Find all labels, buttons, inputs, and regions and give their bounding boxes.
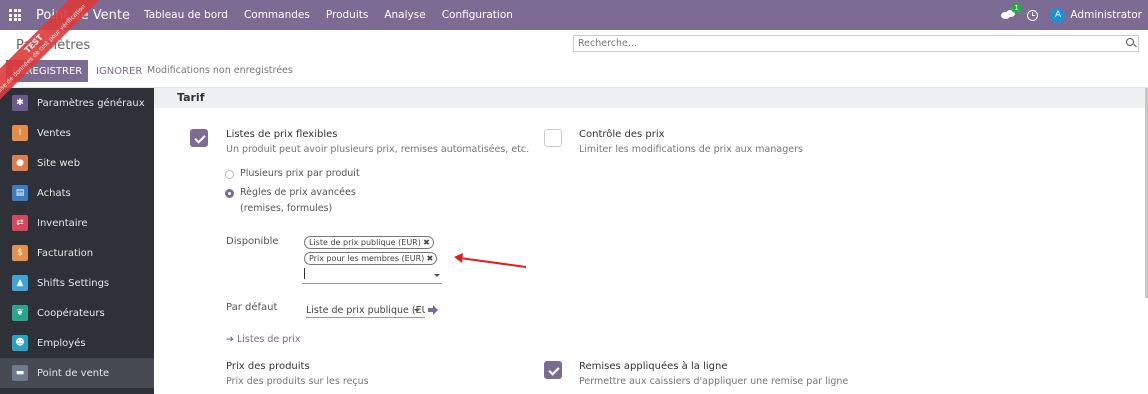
flexible-pricelists-title: Listes de prix flexibles [226,129,338,140]
menu-dashboard[interactable]: Tableau de bord [144,9,228,21]
chevron-down-icon[interactable] [434,274,440,277]
price-control-title: Contrôle des prix [579,129,665,140]
section-title-tarif: Tarif [154,88,1148,108]
line-discounts-checkbox[interactable] [544,361,562,379]
remove-tag-icon[interactable]: ✖ [423,237,430,248]
sidebar-item-general[interactable]: ✱ Paramètres généraux [0,88,154,118]
sidebar-item-shifts[interactable]: ▲ Shifts Settings [0,268,154,298]
menu-orders[interactable]: Commandes [244,9,310,21]
sidebar-item-label: Point de vente [37,367,110,379]
pricelist-tag[interactable]: Liste de prix publique (EUR) ✖ [304,236,434,249]
menu-products[interactable]: Produits [326,9,368,21]
menu-configuration[interactable]: Configuration [442,9,513,21]
invoice-icon: $ [12,245,28,261]
tag-input-cursor[interactable] [304,268,305,279]
arrow-right-icon: ➔ [226,334,237,345]
available-label: Disponible [226,236,279,247]
sidebar-item-label: Employés [37,337,86,349]
pricelist-tag-label: Prix pour les membres (EUR) [309,254,425,263]
chat-icon[interactable]: 1 [1001,3,1022,20]
gear-icon: ✱ [12,95,28,111]
radio-multiple-prices[interactable] [225,170,234,179]
sidebar-item-label: Ventes [37,127,71,139]
default-pricelist-value: Liste de prix publique (EUR) [306,305,425,316]
apps-menu-icon[interactable] [0,0,30,30]
annotation-arrow-icon [454,253,527,268]
default-label: Par défaut [226,302,278,313]
sidebar-item-label: Coopérateurs [37,307,105,319]
radio-advanced-rules-label: Règles de prix avancées [240,187,356,198]
sidebar-item-inventory[interactable]: ⇄ Inventaire [0,208,154,238]
flexible-pricelists-checkbox[interactable] [190,129,208,147]
avatar: A [1050,7,1066,23]
pricelist-tag-label: Liste de prix publique (EUR) [309,238,421,247]
activity-clock-icon[interactable] [1027,9,1039,21]
price-control-desc: Limiter les modifications de prix aux ma… [579,144,803,155]
sidebar-item-invoicing[interactable]: $ Facturation [0,238,154,268]
sidebar-item-label: Site web [37,157,81,169]
user-menu[interactable]: A Administrator [1050,7,1142,23]
sidebar-item-label: Facturation [37,247,94,259]
bell-icon: ▲ [12,275,28,291]
people-icon: ☻ [12,335,28,351]
sidebar-item-label: Inventaire [37,217,88,229]
line-discounts-title: Remises appliquées à la ligne [579,361,728,372]
pricelists-link-label: Listes de prix [236,334,301,345]
box-icon: ⇄ [12,215,28,231]
search-input[interactable] [574,36,1114,51]
search-bar[interactable] [573,35,1139,52]
default-pricelist-select[interactable]: Liste de prix publique (EUR) [306,304,425,318]
chat-badge: 1 [1011,3,1022,13]
open-record-arrow-icon[interactable] [426,303,440,317]
page-title: Paramètres [16,38,91,53]
sidebar-item-employees[interactable]: ☻ Employés [0,328,154,358]
price-control-checkbox[interactable] [544,129,562,147]
sidebar-item-website[interactable]: ● Site web [0,148,154,178]
discard-button[interactable]: IGNORER [96,60,142,82]
chart-icon: ⌇ [12,125,28,141]
pricelists-link[interactable]: ➔ Listes de prix [226,334,301,345]
pos-icon: ▬ [12,365,28,381]
chevron-down-icon [414,309,420,312]
control-panel: Paramètres ENREGISTRER IGNORER Modificat… [0,30,1148,88]
globe-icon: ● [12,155,28,171]
settings-sidebar: ✱ Paramètres généraux ⌇ Ventes ● Site we… [0,88,154,394]
sidebar-item-label: Shifts Settings [37,277,110,289]
line-discounts-desc: Permettre aux caissiers d'appliquer une … [579,376,849,387]
search-icon[interactable] [1126,38,1134,46]
flexible-pricelists-desc: Un produit peut avoir plusieurs prix, re… [226,144,530,155]
save-button[interactable]: ENREGISTRER [6,60,88,82]
sidebar-item-sales[interactable]: ⌇ Ventes [0,118,154,148]
menu-analysis[interactable]: Analyse [384,9,425,21]
radio-advanced-rules-sublabel: (remises, formules) [240,203,333,214]
sidebar-item-label: Achats [37,187,71,199]
pricelist-tag[interactable]: Prix pour les membres (EUR) ✖ [304,252,438,265]
app-brand[interactable]: Point de Vente [36,8,130,23]
purchase-icon: ▤ [12,185,28,201]
remove-tag-icon[interactable]: ✖ [427,253,434,264]
user-name: Administrator [1070,9,1142,21]
product-prices-title: Prix des produits [226,361,310,372]
radio-advanced-rules[interactable] [225,189,234,198]
unsaved-changes-label: Modifications non enregistrées [147,65,293,76]
sidebar-item-label: Paramètres généraux [37,97,145,109]
leaf-icon: ❦ [12,305,28,321]
top-navbar: Point de Vente Tableau de bord Commandes… [0,0,1148,30]
sidebar-item-point-of-sale[interactable]: ▬ Point de vente [0,358,154,388]
settings-main: Tarif Listes de prix flexibles Un produi… [154,88,1148,394]
radio-multiple-prices-label: Plusieurs prix par produit [240,168,360,179]
product-prices-desc: Prix des produits sur les reçus [226,376,369,387]
available-pricelists-field[interactable]: Liste de prix publique (EUR) ✖ Prix pour… [302,234,442,284]
sidebar-item-cooperators[interactable]: ❦ Coopérateurs [0,298,154,328]
sidebar-item-purchases[interactable]: ▤ Achats [0,178,154,208]
